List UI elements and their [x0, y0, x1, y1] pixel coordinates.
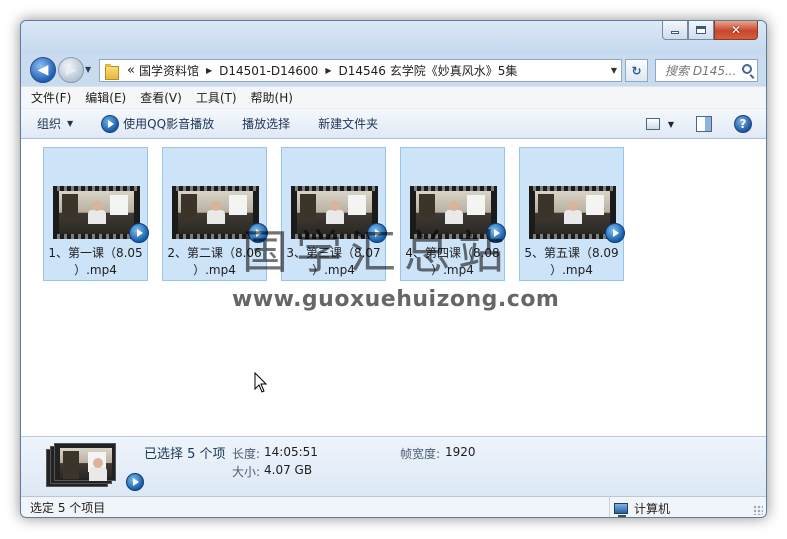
forward-button[interactable]: ▶ [58, 57, 84, 83]
refresh-icon: ↻ [631, 63, 642, 78]
selection-thumbnail [46, 443, 144, 491]
breadcrumb-separator-icon[interactable]: ▶ [325, 66, 331, 75]
breadcrumb-item[interactable]: D14501-D14600 [219, 64, 318, 78]
organize-label: 组织 [37, 117, 62, 131]
media-player-icon [126, 473, 144, 491]
menu-view[interactable]: 查看(V) [140, 89, 182, 106]
menu-bar: 文件(F) 编辑(E) 查看(V) 工具(T) 帮助(H) [21, 86, 766, 108]
file-name: 1、第一课（8.05 ）.mp4 [48, 246, 143, 277]
status-bar: 选定 5 个项目 计算机 [21, 496, 766, 517]
menu-help[interactable]: 帮助(H) [251, 89, 293, 106]
minimize-button[interactable] [662, 21, 688, 40]
breadcrumb-item[interactable]: D14546 玄学院《妙真风水》5集 [338, 62, 517, 79]
breadcrumb-separator-icon[interactable]: ▶ [206, 66, 212, 75]
new-folder-button[interactable]: 新建文件夹 [318, 115, 378, 132]
menu-file[interactable]: 文件(F) [31, 89, 71, 106]
play-with-qq-button[interactable]: 使用QQ影音播放 [101, 114, 215, 133]
breadcrumb-overflow[interactable]: « [127, 63, 135, 78]
video-thumbnail [529, 186, 616, 239]
address-dropdown-icon[interactable]: ▼ [611, 66, 617, 75]
forward-arrow-icon: ▶ [65, 62, 77, 78]
size-label: 大小: [232, 465, 261, 479]
size-value: 4.07 GB [264, 463, 313, 477]
chevron-down-icon: ▼ [67, 119, 74, 128]
close-icon: ✕ [730, 23, 742, 37]
play-with-qq-label: 使用QQ影音播放 [123, 117, 215, 131]
length-label: 长度: [232, 447, 261, 461]
status-selection-text: 选定 5 个项目 [30, 501, 106, 515]
details-pane: 已选择 5 个项 长度: 14:05:51 大小: 4.07 GB 帧宽度: 1… [21, 436, 766, 496]
menu-tools[interactable]: 工具(T) [196, 89, 237, 106]
breadcrumb-item[interactable]: 国学资料馆 [139, 62, 199, 79]
organize-button[interactable]: 组织 ▼ [37, 115, 73, 132]
back-button[interactable]: ◀ [30, 57, 56, 83]
watermark-url: www.guoxuehuizong.com [232, 287, 560, 312]
help-icon[interactable]: ? [734, 115, 752, 133]
menu-edit[interactable]: 编辑(E) [85, 89, 126, 106]
folder-icon [105, 63, 121, 80]
title-bar[interactable]: ✕ [21, 21, 766, 55]
address-row: ◀ ▶ ▼ « 国学资料馆 ▶ D14501-D14600 ▶ D14546 玄… [21, 55, 766, 85]
maximize-button[interactable] [688, 21, 714, 40]
change-view-icon[interactable] [646, 118, 660, 130]
file-tile[interactable]: 1、第一课（8.05 ）.mp4 [43, 147, 149, 281]
media-player-icon [605, 223, 625, 243]
search-box[interactable] [655, 59, 758, 82]
media-player-icon [129, 223, 149, 243]
caption-buttons: ✕ [662, 21, 758, 41]
play-selection-button[interactable]: 播放选择 [242, 115, 290, 132]
file-tile[interactable]: 5、第五课（8.09 ）.mp4 [519, 147, 625, 281]
view-options-dropdown-icon[interactable]: ▼ [668, 120, 674, 129]
close-button[interactable]: ✕ [714, 21, 758, 40]
maximize-icon [696, 26, 706, 34]
frame-width-value: 1920 [445, 445, 476, 459]
status-location: 计算机 [609, 497, 671, 517]
refresh-button[interactable]: ↻ [625, 59, 648, 82]
resize-grip[interactable] [753, 505, 763, 515]
search-icon[interactable] [742, 64, 752, 74]
preview-pane-icon[interactable] [696, 116, 712, 132]
selection-count: 已选择 5 个项 [144, 447, 226, 462]
frame-width-label: 帧宽度: [400, 447, 441, 461]
status-location-label: 计算机 [634, 501, 671, 516]
watermark-title: 国学汇总站 [242, 225, 512, 279]
qq-player-icon [101, 114, 120, 133]
search-input[interactable] [665, 63, 735, 78]
video-thumbnail [53, 186, 140, 239]
back-arrow-icon: ◀ [37, 62, 49, 78]
length-value: 14:05:51 [264, 445, 318, 459]
minimize-icon [671, 31, 679, 34]
file-name: 5、第五课（8.09 ）.mp4 [524, 246, 619, 277]
recent-pages-dropdown[interactable]: ▼ [85, 65, 91, 74]
command-bar: 组织 ▼ 使用QQ影音播放 播放选择 新建文件夹 ▼ ? [21, 108, 766, 139]
address-bar[interactable]: « 国学资料馆 ▶ D14501-D14600 ▶ D14546 玄学院《妙真风… [99, 59, 622, 82]
computer-icon [614, 502, 628, 517]
